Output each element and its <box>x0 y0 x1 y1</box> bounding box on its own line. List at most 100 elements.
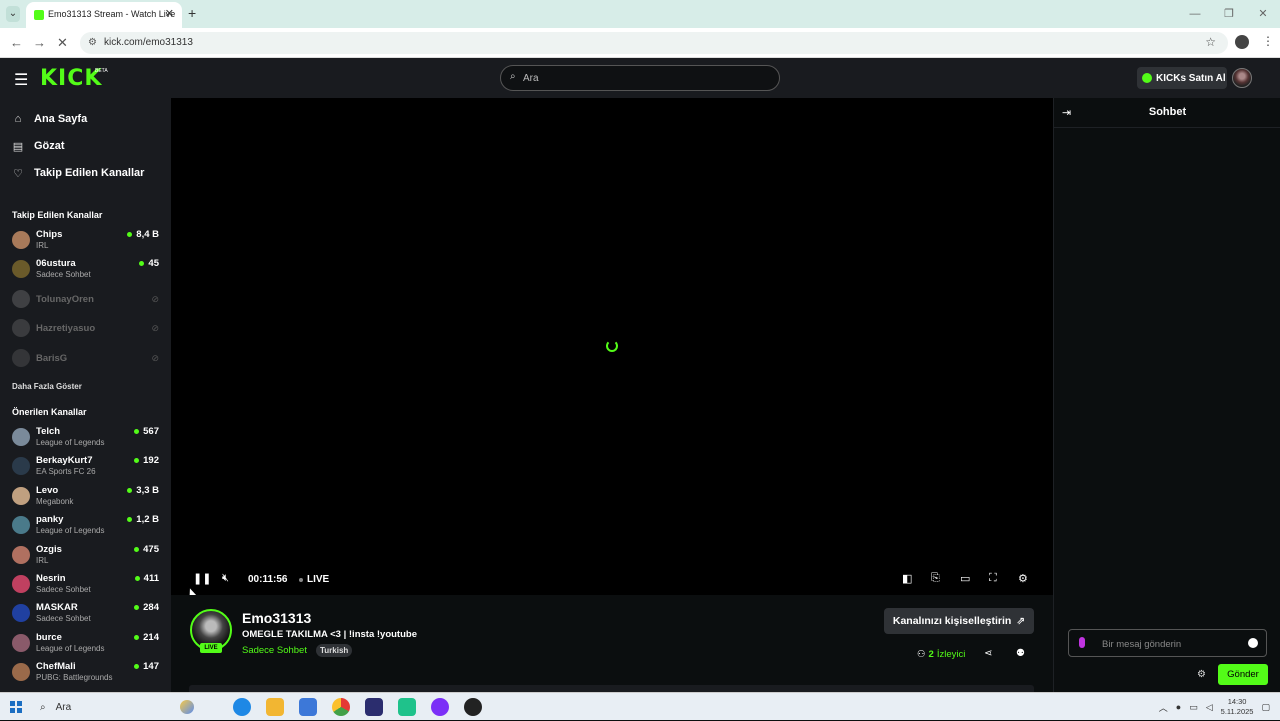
viewer-number: 475 <box>143 543 159 555</box>
channel-list-item[interactable]: Nesrin Sadece Sohbet 411 <box>12 573 162 601</box>
fullscreen-icon[interactable]: ⛶ <box>989 572 997 585</box>
hamburger-menu-icon[interactable]: ☰ <box>14 70 28 90</box>
app-icon-1[interactable] <box>365 698 383 716</box>
channel-list-item[interactable]: ChefMali PUBG: Battlegrounds 147 <box>12 661 162 689</box>
share-icon[interactable]: ⋖ <box>984 648 992 659</box>
app-icon-3[interactable] <box>431 698 449 716</box>
microphone-tray-icon[interactable]: ● <box>1176 702 1181 712</box>
tab-close-icon[interactable]: ✕ <box>165 7 174 20</box>
network-icon[interactable]: ▭ <box>1189 702 1198 713</box>
kick-favicon-icon <box>34 10 44 20</box>
live-indicator[interactable]: LIVE <box>299 574 329 585</box>
emoji-icon[interactable] <box>1248 638 1258 648</box>
sidebar-item-browse[interactable]: ▤ Gözat <box>12 137 65 155</box>
viewers-icon: ⚇ <box>917 649 926 660</box>
channel-name[interactable]: Emo31313 <box>242 610 311 626</box>
viewer-number: 45 <box>148 258 159 270</box>
microphone-icon[interactable] <box>1079 637 1085 648</box>
url-field[interactable]: ⚙ kick.com/emo31313 ☆ <box>80 32 1228 54</box>
site-info-icon[interactable]: ⚙ <box>88 37 97 48</box>
external-link-icon: ⇗ <box>1016 615 1026 627</box>
channel-category: IRL <box>36 555 49 565</box>
live-dot <box>134 458 140 464</box>
language-tag[interactable]: Turkish <box>316 644 353 657</box>
chat-title: Sohbet <box>1148 106 1187 118</box>
channel-list-item[interactable]: Chips IRL 8,4 B <box>12 229 162 257</box>
kick-logo[interactable]: KICK <box>40 66 102 91</box>
system-clock[interactable]: 14:30 5.11.2025 <box>1221 697 1254 717</box>
channel-list-item[interactable]: Telch League of Legends 567 <box>12 426 162 454</box>
live-dot <box>134 576 140 581</box>
browser-tab[interactable]: Emo31313 Stream - Watch Live ✕ <box>26 2 182 28</box>
channel-list-item[interactable]: burce League of Legends 214 <box>12 632 162 660</box>
chat-panel: ⇥ Sohbet Bir mesaj gönderin ⚙ Gönder <box>1053 98 1280 692</box>
channel-list-item[interactable]: Ozgis IRL 475 <box>12 544 162 572</box>
customize-channel-button[interactable]: Kanalınızı kişiselleştirin ⇗ <box>884 608 1034 634</box>
search-icon: ⌕ <box>40 701 46 713</box>
channel-list-item[interactable]: Levo Megabonk 3,3 B <box>12 485 162 513</box>
sidebar-item-home[interactable]: ⌂ Ana Sayfa <box>12 110 88 128</box>
stop-loading-icon[interactable]: ✕ <box>57 35 68 51</box>
edge-icon[interactable] <box>233 698 251 716</box>
outlook-icon[interactable] <box>299 698 317 716</box>
browser-menu-icon[interactable]: ⋮ <box>1262 34 1274 48</box>
show-more-link[interactable]: Daha Fazla Göster <box>12 382 82 391</box>
channel-list-item[interactable]: panky League of Legends 1,2 B <box>12 514 162 542</box>
live-dot <box>134 605 140 611</box>
chat-message-input[interactable]: Bir mesaj gönderin <box>1068 629 1267 657</box>
channel-list-item[interactable]: 06ustura Sadece Sohbet 45 <box>12 258 162 286</box>
chrome-icon[interactable] <box>332 698 350 716</box>
new-tab-button[interactable]: + <box>188 5 196 21</box>
channel-list-item[interactable]: Hazretiyasuo ⊘ <box>12 317 162 345</box>
notification-icon[interactable]: ▢ <box>1261 702 1270 713</box>
taskbar-search-placeholder: Ara <box>55 701 72 713</box>
search-input[interactable]: ⌕ Ara <box>500 65 780 91</box>
forward-icon[interactable]: → <box>33 35 46 50</box>
settings-gear-icon[interactable]: ⚙ <box>1018 572 1028 585</box>
bookmark-star-icon[interactable]: ☆ <box>1205 35 1216 49</box>
channel-list-item[interactable]: BerkayKurt7 EA Sports FC 26 192 <box>12 455 162 483</box>
live-dot <box>127 517 133 523</box>
windows-start-icon[interactable] <box>10 701 22 713</box>
channel-list-item[interactable]: BarisG ⊘ <box>12 347 162 375</box>
file-explorer-icon[interactable] <box>266 698 284 716</box>
tab-search-chevron-icon[interactable]: ⌄ <box>6 6 20 22</box>
user-avatar[interactable] <box>1232 68 1252 88</box>
restore-icon[interactable]: ❐ <box>1212 0 1246 28</box>
app-icon-4[interactable] <box>464 698 482 716</box>
theater-mode-icon[interactable]: ▭ <box>960 572 970 585</box>
live-label: LIVE <box>307 574 330 585</box>
clock-time: 14:30 <box>1227 697 1247 706</box>
volume-icon[interactable]: ◁ <box>1206 702 1213 713</box>
close-window-icon[interactable]: ✕ <box>1246 0 1280 28</box>
pause-button[interactable]: ❚❚ <box>193 572 211 585</box>
browser-profile-icon[interactable] <box>1235 35 1249 49</box>
live-dot <box>139 261 145 267</box>
stream-category[interactable]: Sadece Sohbet <box>242 645 307 656</box>
back-icon[interactable]: ← <box>10 35 23 50</box>
channel-list-item[interactable]: MASKAR Sadece Sohbet 284 <box>12 602 162 630</box>
channel-category: Sadece Sohbet <box>36 585 91 594</box>
windows-taskbar: ⌕ Ara ︿ ● ▭ ◁ 14:30 5.11.2025 ▢ <box>0 692 1280 720</box>
minimize-icon[interactable]: — <box>1178 0 1212 28</box>
viewer-count: 147 <box>134 661 159 672</box>
channel-avatar <box>12 289 30 308</box>
mute-icon[interactable]: 🔇︎ <box>222 572 229 585</box>
video-player[interactable]: ❚❚ 🔇︎ 00:11:56 LIVE ◧ ⎘ ▭ ⛶ ⚙ <box>171 98 1053 595</box>
send-button[interactable]: Gönder <box>1218 664 1268 685</box>
mini-player-icon[interactable]: ◧ <box>902 572 912 585</box>
channel-avatar <box>12 231 30 249</box>
chat-settings-gear-icon[interactable]: ⚙ <box>1197 669 1206 680</box>
channel-avatar <box>12 516 30 535</box>
clip-icon[interactable]: ⎘ <box>931 572 940 585</box>
buy-kicks-button[interactable]: KICKs Satın Al <box>1137 67 1227 89</box>
channel-list-item[interactable]: TolunayOren ⊘ <box>12 288 162 316</box>
copilot-icon[interactable] <box>180 700 194 714</box>
tray-expand-icon[interactable]: ︿ <box>1159 701 1168 714</box>
viewer-number: 1,2 B <box>136 514 159 526</box>
sidebar-item-following[interactable]: ♡ Takip Edilen Kanallar <box>12 164 144 182</box>
channel-name: Telch <box>36 426 61 437</box>
app-icon-2[interactable] <box>398 698 416 716</box>
viewer-number: 3,3 B <box>136 484 159 496</box>
follow-user-icon[interactable]: ⚉ <box>1016 648 1025 659</box>
